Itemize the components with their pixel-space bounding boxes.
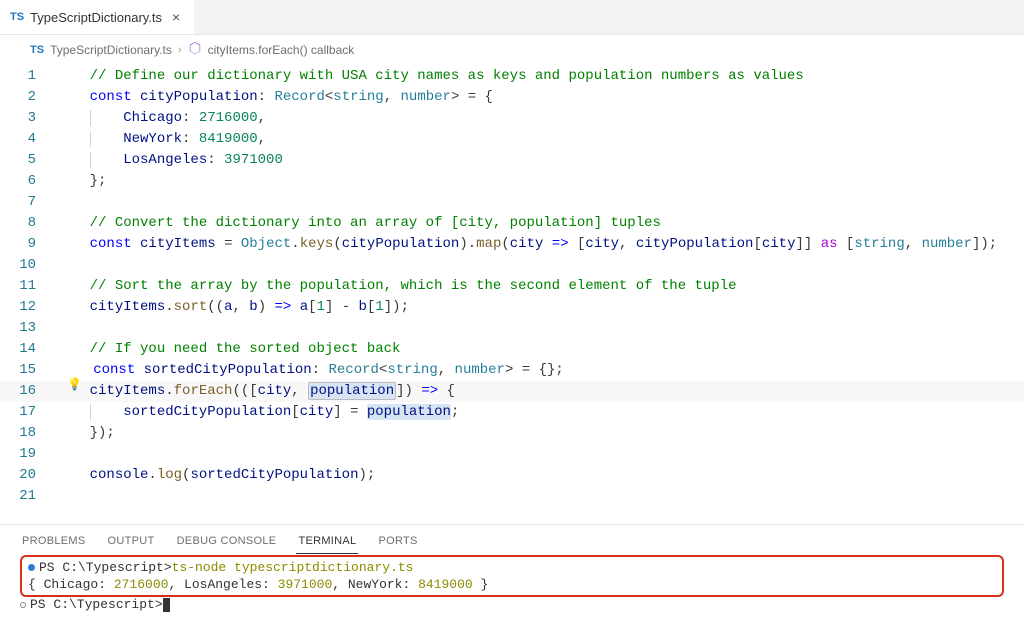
- bottom-panel: PROBLEMS OUTPUT DEBUG CONSOLE TERMINAL P…: [0, 524, 1024, 619]
- line-number: 11: [0, 276, 56, 297]
- line-number: 1: [0, 66, 56, 87]
- breadcrumb-file[interactable]: TypeScriptDictionary.ts: [50, 43, 172, 57]
- line-number: 6: [0, 171, 56, 192]
- line-number: 4: [0, 129, 56, 150]
- line-number: 7: [0, 192, 56, 213]
- line-number: 21: [0, 486, 56, 507]
- panel-tabs: PROBLEMS OUTPUT DEBUG CONSOLE TERMINAL P…: [0, 525, 1024, 554]
- code-editor[interactable]: 1 // Define our dictionary with USA city…: [0, 64, 1024, 524]
- line-number: 5: [0, 150, 56, 171]
- line-number: 2: [0, 87, 56, 108]
- terminal-output: { Chicago: 2716000, LosAngeles: 3971000,…: [28, 576, 488, 593]
- tab-bar: TS TypeScriptDictionary.ts ×: [0, 0, 1024, 35]
- tab-problems[interactable]: PROBLEMS: [20, 531, 88, 554]
- line-number: 12: [0, 297, 56, 318]
- close-icon[interactable]: ×: [168, 9, 184, 25]
- breadcrumb[interactable]: TS TypeScriptDictionary.ts › cityItems.f…: [0, 35, 1024, 64]
- highlight-box: PS C:\Typescript> ts-node typescriptdict…: [20, 555, 1004, 597]
- tab-debug-console[interactable]: DEBUG CONSOLE: [175, 531, 279, 554]
- cursor: [163, 598, 170, 612]
- breadcrumb-symbol[interactable]: cityItems.forEach() callback: [208, 43, 355, 57]
- tab-ports[interactable]: PORTS: [376, 531, 419, 554]
- cube-icon: [188, 41, 202, 58]
- line-number: 16: [0, 381, 56, 402]
- tab-label: TypeScriptDictionary.ts: [30, 10, 162, 25]
- line-number: 18: [0, 423, 56, 444]
- ts-file-icon: TS: [30, 44, 44, 56]
- tab-output[interactable]: OUTPUT: [106, 531, 157, 554]
- line-number: 15: [0, 360, 56, 381]
- editor-tab[interactable]: TS TypeScriptDictionary.ts ×: [0, 0, 194, 34]
- ts-file-icon: TS: [10, 11, 24, 23]
- tab-terminal[interactable]: TERMINAL: [296, 531, 358, 554]
- line-number: 9: [0, 234, 56, 255]
- prompt-dot-icon: [20, 602, 26, 608]
- line-number: 19: [0, 444, 56, 465]
- line-number: 3: [0, 108, 56, 129]
- line-number: 10: [0, 255, 56, 276]
- line-number: 13: [0, 318, 56, 339]
- line-number: 14: [0, 339, 56, 360]
- chevron-right-icon: ›: [178, 44, 182, 56]
- prompt-dot-icon: [28, 564, 35, 571]
- line-number: 20: [0, 465, 56, 486]
- line-number: 8: [0, 213, 56, 234]
- terminal[interactable]: PS C:\Typescript> ts-node typescriptdict…: [0, 554, 1024, 619]
- line-number: 17: [0, 402, 56, 423]
